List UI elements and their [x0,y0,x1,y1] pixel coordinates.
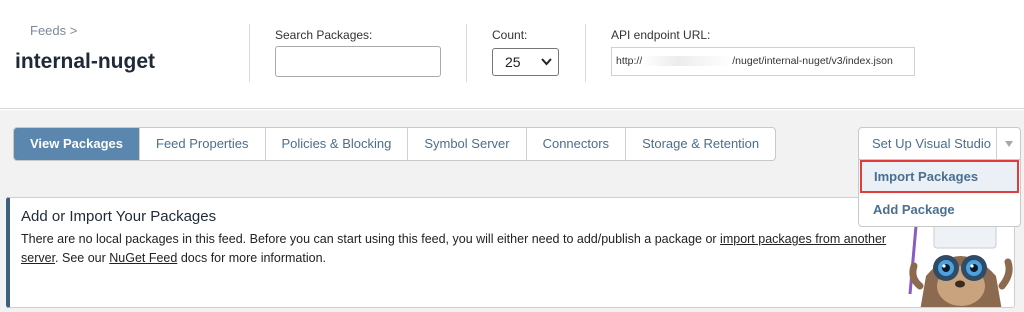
search-label: Search Packages: [275,28,373,42]
tab-policies-blocking[interactable]: Policies & Blocking [264,128,408,160]
breadcrumb-feeds[interactable]: Feeds > [30,23,77,38]
tab-storage-retention[interactable]: Storage & Retention [625,128,775,160]
menu-item-add-package[interactable]: Add Package [859,193,1020,226]
chevron-down-icon [541,49,552,85]
search-input[interactable] [275,46,441,77]
divider [466,24,467,82]
setup-visual-studio-button[interactable]: Set Up Visual Studio [858,127,1021,161]
message-text: docs for more information. [177,251,327,265]
mascot-illustration [908,221,1013,307]
api-url-prefix: http:// [616,55,643,67]
api-url-field[interactable]: http:// /nuget/internal-nuget/v3/index.js… [611,47,915,76]
divider [249,24,250,82]
tab-feed-properties[interactable]: Feed Properties [139,128,265,160]
api-url-label: API endpoint URL: [611,28,711,42]
feed-header: Feeds > internal-nuget Search Packages: … [0,0,1024,109]
tab-connectors[interactable]: Connectors [525,128,625,160]
dropdown-toggle[interactable] [996,128,1020,160]
nuget-feed-docs-link[interactable]: NuGet Feed [109,251,177,265]
message-text: . See our [55,251,110,265]
page-title: internal-nuget [15,50,155,73]
count-select[interactable]: 25 [492,48,559,76]
count-label: Count: [492,28,528,42]
caret-down-icon [1004,141,1013,147]
message-text: There are no local packages in this feed… [21,232,721,246]
tab-view-packages[interactable]: View Packages [14,128,139,160]
setup-button-label: Set Up Visual Studio [872,136,991,151]
api-url-suffix: /nuget/internal-nuget/v3/index.json [732,55,893,67]
panel-message: There are no local packages in this feed… [21,230,901,268]
feed-tabs: View Packages Feed Properties Policies &… [13,127,777,161]
setup-dropdown-menu: Import Packages Add Package [858,159,1021,227]
feed-content: View Packages Feed Properties Policies &… [0,110,1024,312]
count-value: 25 [505,54,521,70]
menu-item-import-packages[interactable]: Import Packages [860,160,1019,193]
divider [585,24,586,82]
panel-title: Add or Import Your Packages [21,208,217,225]
redacted-host [642,56,733,67]
tab-symbol-server[interactable]: Symbol Server [407,128,525,160]
